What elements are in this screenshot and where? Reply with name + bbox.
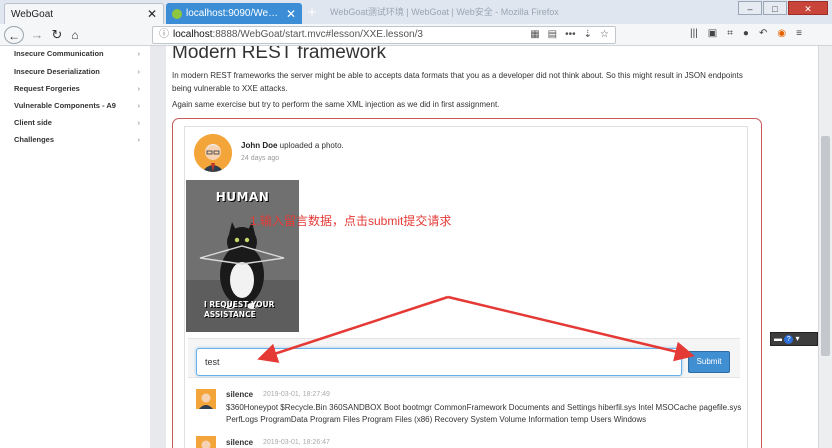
- ime-toolbar[interactable]: ▬ ? ▾: [770, 332, 818, 346]
- undo-icon[interactable]: ↶: [759, 28, 767, 39]
- post-header: John Doe uploaded a photo.: [241, 141, 344, 150]
- tab-webwolf[interactable]: localhost:9090/WebWolf/ht ✕: [166, 3, 302, 24]
- toolbar-icons: ||| ▣ ⌗ ● ↶ ◉ ≡: [690, 28, 802, 39]
- qr-icon[interactable]: ▦: [530, 27, 539, 43]
- lesson-instruction: Again same exercise but try to perform t…: [172, 100, 500, 109]
- navigation-bar: ← → ↻ ⌂ ⓘ localhost:8888/WebGoat/start.mv…: [0, 24, 832, 46]
- page-title: Modern REST framework: [172, 46, 386, 63]
- post-author[interactable]: John Doe: [241, 141, 277, 150]
- crop-icon[interactable]: ⌗: [727, 28, 733, 39]
- url-bar[interactable]: ⓘ localhost:8888/WebGoat/start.mvc#lesson…: [152, 26, 616, 44]
- vertical-scrollbar[interactable]: [818, 46, 832, 448]
- new-tab-button[interactable]: +: [304, 4, 320, 22]
- menu-icon[interactable]: ≡: [796, 28, 802, 39]
- title-bar: WebGoat ✕ localhost:9090/WebWolf/ht ✕ + …: [0, 0, 832, 24]
- url-path: :8888/WebGoat/start.mvc#lesson/XXE.lesso…: [212, 29, 423, 40]
- leaf-icon: [172, 8, 182, 19]
- avatar: [194, 134, 232, 172]
- back-arrow-icon[interactable]: ←: [4, 26, 24, 44]
- window-controls: – □ ✕: [738, 1, 828, 15]
- reload-icon[interactable]: ↻: [50, 26, 64, 44]
- sidebar-item-label: Insecure Deserialization: [14, 67, 100, 76]
- submit-button[interactable]: Submit: [688, 351, 730, 373]
- close-tab-icon[interactable]: ✕: [147, 7, 157, 21]
- meme-caption-bottom: I REQUEST YOUR ASSISTANCE: [204, 300, 275, 319]
- reader-icon[interactable]: ▤: [548, 27, 557, 43]
- lesson-intro: In modern REST frameworks the server mig…: [172, 71, 743, 93]
- sidebar-item-challenges[interactable]: Challenges ›: [14, 134, 144, 150]
- comment-time: 2019-03-01, 18:27:49: [263, 391, 330, 398]
- sidebar-item-label: Challenges: [14, 135, 55, 144]
- sidebar-item-label: Vulnerable Components - A9: [14, 101, 116, 110]
- close-window-button[interactable]: ✕: [788, 1, 828, 15]
- sidebar-item-insecure-communication[interactable]: Insecure Communication ›: [14, 48, 144, 64]
- sidebar-gutter: [150, 46, 166, 448]
- chevron-right-icon: ›: [137, 118, 141, 127]
- post-time: 24 days ago: [241, 155, 280, 162]
- sidebar-item-label: Client side: [14, 118, 52, 127]
- maximize-button[interactable]: □: [763, 1, 787, 15]
- comment-user: silence: [226, 438, 254, 447]
- close-tab-icon[interactable]: ✕: [286, 7, 296, 21]
- more-icon[interactable]: •••: [565, 27, 576, 43]
- sidebar-item-label: Request Forgeries: [14, 84, 80, 93]
- url-actions: ▦ ▤ ••• ⇣ ☆: [530, 27, 609, 43]
- chevron-right-icon: ›: [137, 67, 141, 76]
- scrollbar-thumb[interactable]: [821, 136, 830, 356]
- sidebar-icon[interactable]: ▣: [708, 28, 717, 39]
- comment-avatar: [196, 389, 216, 409]
- chevron-right-icon: ›: [137, 49, 141, 58]
- help-icon[interactable]: ?: [784, 335, 794, 344]
- lesson-sidebar: Insecure Communication › Insecure Deseria…: [0, 46, 150, 448]
- lesson-content: Modern REST framework In modern REST fra…: [166, 46, 818, 448]
- sidebar-item-request-forgeries[interactable]: Request Forgeries ›: [14, 83, 144, 99]
- minimize-button[interactable]: –: [738, 1, 762, 15]
- chevron-right-icon: ›: [137, 84, 141, 93]
- comment-avatar: [196, 436, 216, 448]
- chevron-right-icon: ›: [137, 135, 141, 144]
- sidebar-item-insecure-deserialization[interactable]: Insecure Deserialization ›: [14, 66, 144, 82]
- comment-text: $360Honeypot $Recycle.Bin 360SANDBOX Boo…: [226, 403, 742, 424]
- chat-icon[interactable]: ●: [743, 28, 749, 39]
- tab-label: WebGoat: [11, 8, 54, 20]
- meme-caption-top: HUMAN: [215, 190, 270, 204]
- comment-input[interactable]: test: [196, 348, 682, 376]
- annotation-label: 1.输入留言数据，点击submit提交请求: [250, 214, 452, 228]
- bookmark-star-icon[interactable]: ☆: [600, 27, 609, 43]
- post-action: uploaded a photo.: [277, 141, 344, 150]
- window-title: WebGoat测试环境 | WebGoat | Web安全 - Mozilla …: [330, 7, 559, 17]
- sidebar-item-label: Insecure Communication: [14, 49, 104, 58]
- home-icon[interactable]: ⌂: [68, 26, 82, 44]
- comment-user: silence: [226, 390, 254, 399]
- tab-webgoat[interactable]: WebGoat ✕: [4, 3, 164, 24]
- firefox-icon[interactable]: ◉: [777, 28, 786, 39]
- tab-label: localhost:9090/WebWolf/ht: [186, 8, 282, 19]
- forward-arrow-icon[interactable]: →: [30, 26, 44, 44]
- info-icon[interactable]: ⓘ: [159, 29, 169, 40]
- comment-time: 2019-03-01, 18:26:47: [263, 439, 330, 446]
- library-icon[interactable]: |||: [690, 28, 698, 39]
- sidebar-item-client-side[interactable]: Client side ›: [14, 117, 144, 133]
- cat-meme-image: HUMAN I REQUEST YOUR ASSISTANCE: [186, 180, 299, 332]
- download-icon[interactable]: ⇣: [584, 27, 592, 43]
- sidebar-item-vulnerable-components[interactable]: Vulnerable Components - A9 ›: [14, 100, 144, 116]
- url-host: localhost: [173, 29, 213, 40]
- chevron-right-icon: ›: [137, 101, 141, 110]
